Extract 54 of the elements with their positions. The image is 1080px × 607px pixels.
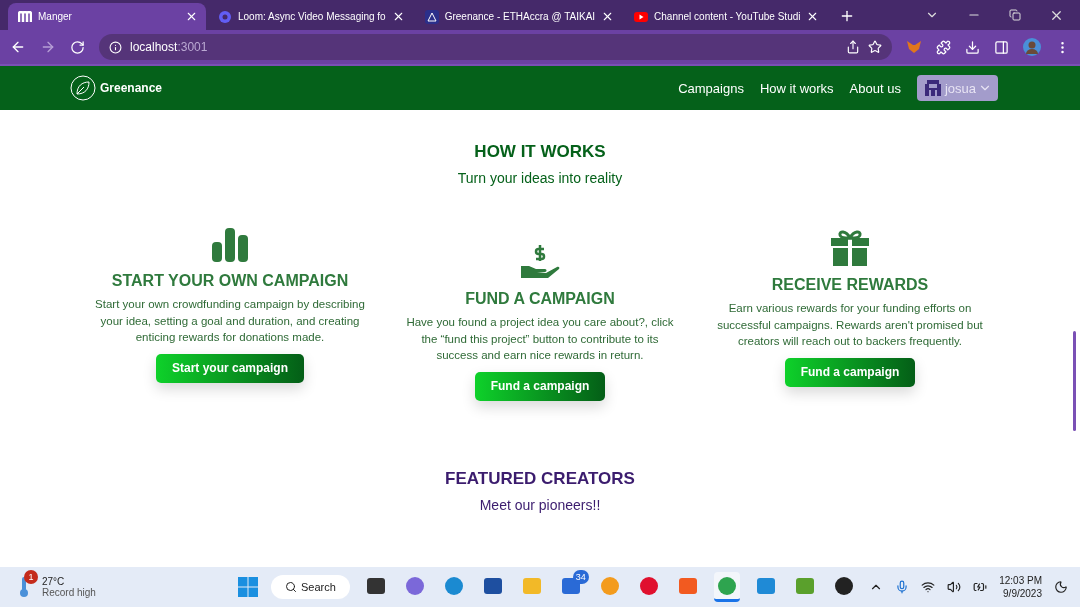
tab-favicon-icon xyxy=(634,11,649,22)
hand-dollar-icon xyxy=(520,244,560,280)
info-icon xyxy=(109,40,122,54)
share-icon[interactable] xyxy=(846,40,860,54)
step-description: Start your own crowdfunding campaign by describing your idea, setting a goal and duration, and creating enticing rewards for donations made. xyxy=(95,297,365,345)
restore-icon[interactable] xyxy=(1009,9,1021,21)
browser-tab[interactable]: Channel content - YouTube Studi xyxy=(624,3,828,30)
url-text: localhost:3001 xyxy=(130,40,208,54)
back-icon[interactable] xyxy=(10,39,26,55)
download-icon[interactable] xyxy=(965,39,980,55)
wifi-icon[interactable] xyxy=(921,580,936,594)
windows-start-icon[interactable] xyxy=(238,577,258,597)
step-title: FUND A CAMPAIGN xyxy=(465,290,615,308)
scrollbar-thumb[interactable] xyxy=(1073,331,1076,431)
nav-link[interactable]: About us xyxy=(849,80,901,96)
browser-tab[interactable]: Loom: Async Video Messaging fo xyxy=(208,3,413,30)
bar-chart-icon xyxy=(212,228,248,262)
reload-icon[interactable] xyxy=(70,39,85,55)
bookmark-star-icon[interactable] xyxy=(868,40,882,54)
weather-note: Record high xyxy=(42,587,96,598)
browser-tab[interactable]: Manger xyxy=(8,3,206,30)
gift-icon xyxy=(831,228,869,266)
step-description: Have you found a project idea you care about?, click the “fund this project” button to contribute to its success and earn nice rewards in return. xyxy=(405,315,675,363)
search-button[interactable]: Search xyxy=(271,575,350,599)
close-icon[interactable] xyxy=(185,10,198,23)
address-bar[interactable]: localhost:3001 xyxy=(99,34,892,60)
pixel-avatar-icon xyxy=(922,78,943,98)
step-title: RECEIVE REWARDS xyxy=(771,276,929,294)
extensions-icon[interactable] xyxy=(936,39,951,55)
clock[interactable]: 12:03 PM 9/9/2023 xyxy=(999,574,1042,600)
microphone-icon[interactable] xyxy=(895,580,910,594)
tab-favicon-icon xyxy=(424,9,439,24)
step-title: START YOUR OWN CAMPAIGN xyxy=(111,272,349,290)
moon-icon[interactable] xyxy=(1054,580,1068,594)
browser-tab[interactable]: Greenance - ETHAccra @ TAIKAI xyxy=(414,3,623,30)
step-description: Earn various rewards for your funding efforts on successful campaigns. Rewards aren't promised but creators will reach out to backers frequently. xyxy=(716,301,984,349)
search-icon xyxy=(285,581,297,593)
brand-name: Greenance xyxy=(100,81,163,95)
speaker-icon[interactable] xyxy=(947,580,962,594)
tab-favicon-icon xyxy=(218,9,232,24)
nav-link[interactable]: How it works xyxy=(759,80,834,96)
section-subtitle: Turn your ideas into reality xyxy=(457,170,623,186)
nav-link[interactable]: Campaigns xyxy=(678,80,744,96)
leaf-logo-icon xyxy=(70,75,96,101)
temperature-text: 27°C xyxy=(42,576,66,587)
tab-favicon-icon xyxy=(18,10,32,23)
section-title: HOW IT WORKS xyxy=(474,142,606,162)
section-subtitle: Meet our pioneers!! xyxy=(479,496,601,513)
side-panel-icon[interactable] xyxy=(994,39,1009,55)
battery-icon[interactable] xyxy=(973,580,988,594)
forward-icon[interactable] xyxy=(40,39,56,55)
notification-badge: 1 xyxy=(24,570,38,584)
section-title: FEATURED CREATORS xyxy=(445,468,635,489)
notification-badge: 34 xyxy=(572,569,589,584)
